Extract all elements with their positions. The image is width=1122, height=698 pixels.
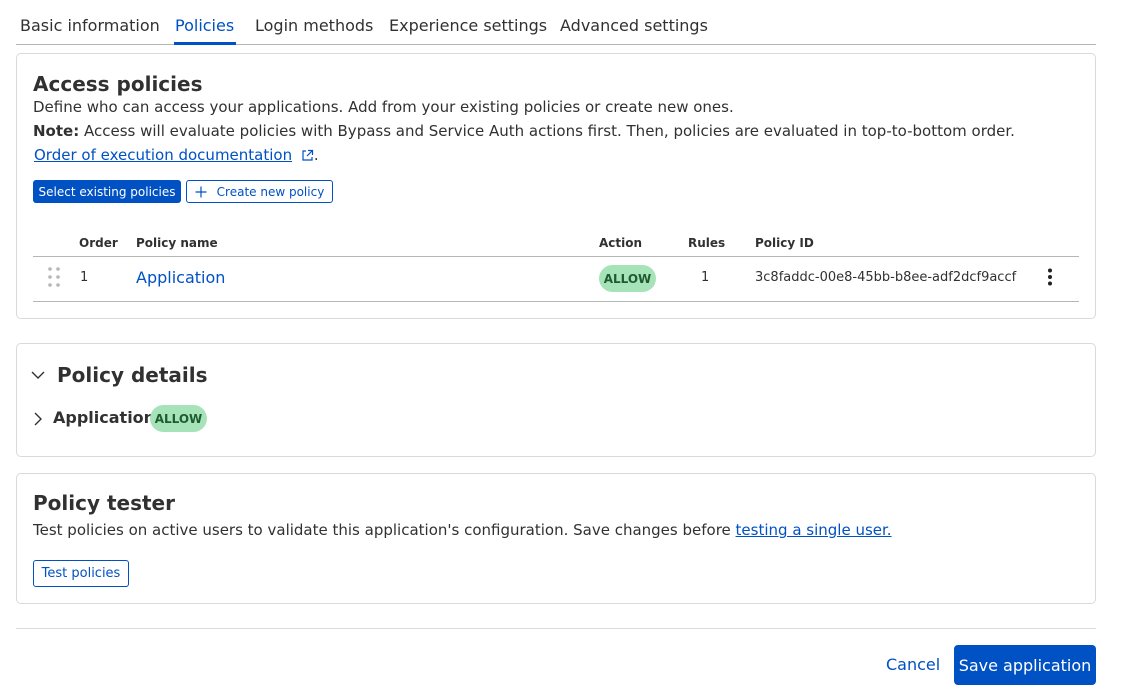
save-application-button[interactable]: Save application: [954, 645, 1096, 685]
tab-policies[interactable]: Policies: [175, 16, 234, 35]
tab-advanced-settings[interactable]: Advanced settings: [560, 16, 708, 35]
create-new-policy-label: Create new policy: [216, 184, 325, 199]
policy-name-link[interactable]: Application: [136, 268, 225, 287]
drag-handle-icon[interactable]: [48, 267, 60, 287]
order-of-execution-doc-link[interactable]: Order of execution documentation: [34, 146, 292, 164]
chevron-right-icon[interactable]: [33, 412, 42, 426]
policy-rules-count: 1: [701, 270, 710, 285]
policy-detail-action-badge: ALLOW: [150, 405, 207, 432]
table-header-divider: [33, 256, 1079, 257]
policy-tester-description: Test policies on active users to validat…: [33, 521, 892, 539]
create-new-policy-button[interactable]: Create new policy: [186, 180, 333, 203]
doc-link-line: Order of execution documentation .: [34, 146, 319, 164]
footer-divider: [16, 628, 1096, 629]
column-header-policy-id: Policy ID: [755, 236, 814, 250]
policy-details-card: Policy details Application ALLOW: [16, 343, 1096, 457]
plus-icon: [195, 186, 207, 197]
more-vertical-icon[interactable]: [1046, 268, 1054, 286]
action-badge: ALLOW: [599, 265, 656, 292]
tab-login-methods[interactable]: Login methods: [255, 16, 373, 35]
tab-experience-settings[interactable]: Experience settings: [389, 16, 547, 35]
column-header-order: Order: [79, 236, 118, 250]
column-header-rules: Rules: [688, 236, 726, 250]
policy-details-title[interactable]: Policy details: [57, 363, 208, 387]
policy-detail-name[interactable]: Application: [53, 408, 155, 427]
cancel-button[interactable]: Cancel: [886, 655, 940, 674]
policy-tester-title: Policy tester: [33, 491, 175, 515]
access-policies-title: Access policies: [33, 72, 203, 96]
policy-order: 1: [80, 270, 89, 285]
policy-tester-card: Policy tester Test policies on active us…: [16, 473, 1096, 604]
external-link-icon[interactable]: [301, 149, 314, 162]
table-row-divider: [33, 301, 1079, 302]
tab-bar: Basic information Policies Login methods…: [16, 0, 1096, 45]
testing-single-user-link[interactable]: testing a single user.: [736, 521, 892, 539]
access-policies-note: Note: Access will evaluate policies with…: [33, 122, 1015, 140]
note-label: Note:: [33, 122, 80, 140]
column-header-policy-name: Policy name: [136, 236, 218, 250]
doc-link-period: .: [313, 146, 319, 164]
tab-basic-information[interactable]: Basic information: [20, 16, 160, 35]
active-tab-indicator: [174, 42, 236, 45]
policy-tester-description-text: Test policies on active users to validat…: [33, 521, 736, 539]
policy-id: 3c8faddc-00e8-45bb-b8ee-adf2dcf9accf: [755, 270, 1017, 285]
column-header-action: Action: [599, 236, 643, 250]
note-text: Access will evaluate policies with Bypas…: [79, 122, 1015, 140]
chevron-down-icon[interactable]: [31, 370, 45, 380]
test-policies-button[interactable]: Test policies: [33, 560, 129, 587]
access-policies-description: Define who can access your applications.…: [33, 98, 734, 116]
select-existing-policies-button[interactable]: Select existing policies: [33, 180, 181, 203]
